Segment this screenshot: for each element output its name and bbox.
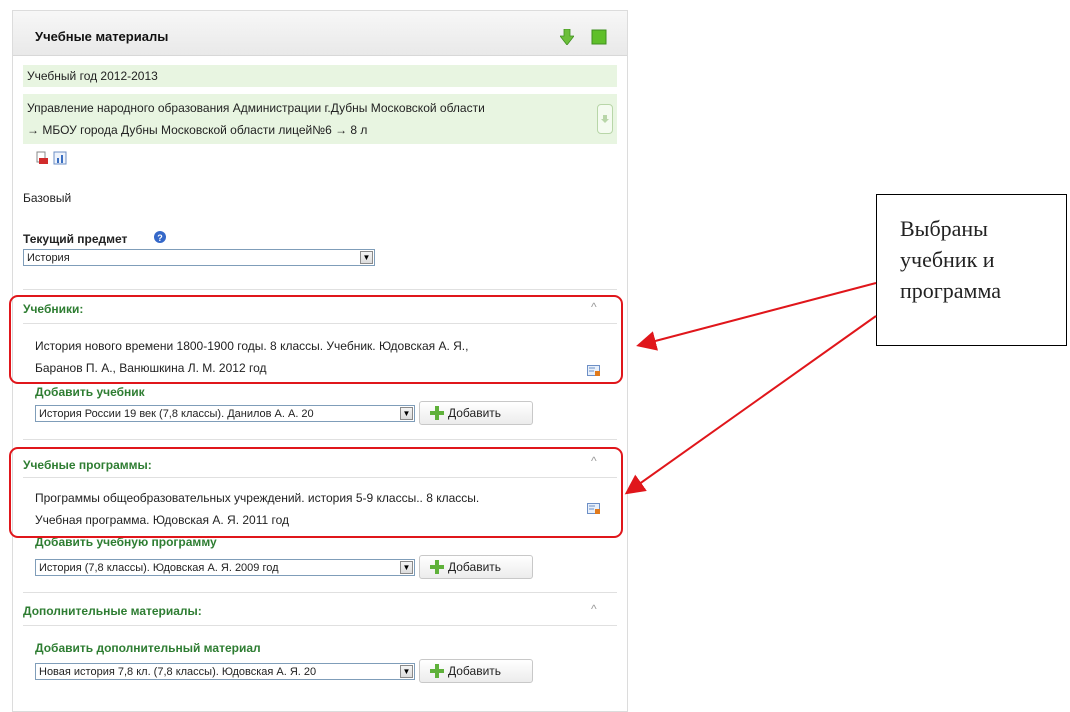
annotation-arrows [624,282,877,495]
arrow-to-textbook [636,282,877,351]
arrow-to-program [624,315,877,495]
